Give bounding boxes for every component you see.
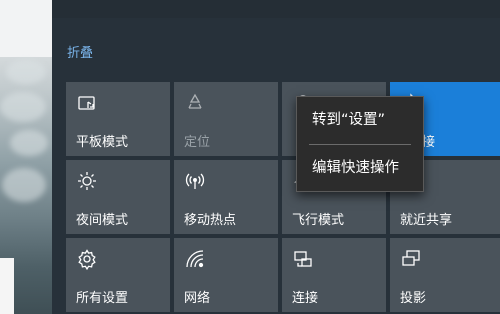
tile-night-light[interactable]: 夜间模式 [66,160,170,234]
window-edge [0,0,52,57]
tile-label: 定位 [184,135,211,150]
tile-tablet-mode[interactable]: 平板模式 [66,82,170,156]
tile-label: 所有设置 [76,291,129,306]
tile-all-settings[interactable]: 所有设置 [66,238,170,312]
tile-location[interactable]: 定位 [174,82,278,156]
tile-label: 平板模式 [76,135,129,150]
notification-area [52,0,500,18]
desktop-background [0,0,52,314]
tile-label: 投影 [400,291,427,306]
tile-label: 连接 [292,291,319,306]
tile-network[interactable]: 网络 [174,238,278,312]
screen: 折叠 平板模式 定位 接 夜间模式 移动热点 飞行模式 就近共享 所有设置 网络… [0,0,500,314]
project-icon [402,250,420,266]
context-menu: 转到“设置” 编辑快速操作 [296,96,424,192]
brightness-icon [78,172,96,190]
collapse-link[interactable]: 折叠 [67,42,93,61]
window-edge-bottom [0,258,14,314]
tile-connect[interactable]: 连接 [282,238,386,312]
tile-label: 就近共享 [400,213,453,228]
menu-separator [309,144,411,145]
settings-gear-icon [78,249,96,270]
tablet-mode-icon [78,96,95,110]
menu-item-edit-quick-actions[interactable]: 编辑快速操作 [297,148,423,188]
tile-label: 移动热点 [184,213,237,228]
tile-label: 网络 [184,291,211,306]
tile-mobile-hotspot[interactable]: 移动热点 [174,160,278,234]
network-icon [186,250,204,268]
tile-label: 飞行模式 [292,213,345,228]
location-icon [188,93,202,109]
tile-label: 夜间模式 [76,213,129,228]
tile-project[interactable]: 投影 [390,238,500,312]
mobile-hotspot-icon [185,173,205,189]
connect-icon [294,251,312,267]
menu-item-go-to-settings[interactable]: 转到“设置” [297,100,423,140]
